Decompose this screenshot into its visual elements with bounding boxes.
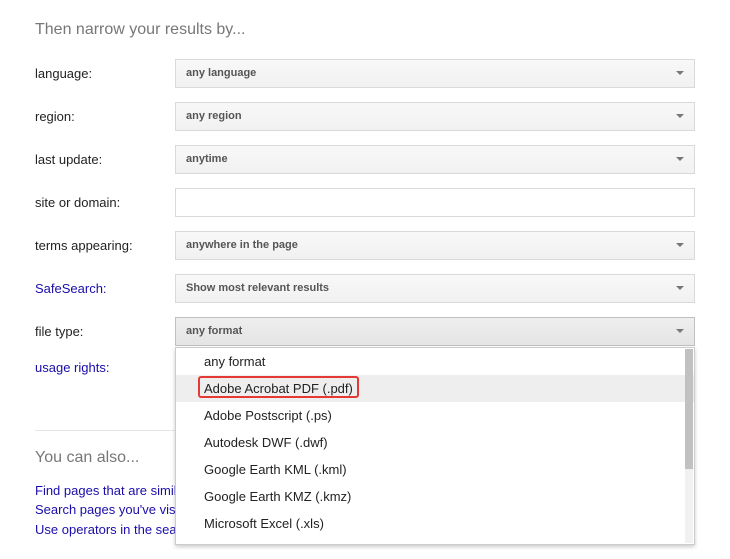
caret-down-icon — [676, 114, 684, 118]
scrollbar-thumb[interactable] — [685, 349, 693, 469]
dropdown-file-type: any formatAdobe Acrobat PDF (.pdf)Adobe … — [175, 347, 695, 545]
select-terms-appearing[interactable]: anywhere in the page — [175, 231, 695, 260]
dropdown-option[interactable]: Microsoft Excel (.xls) — [176, 510, 694, 537]
dropdown-option[interactable]: Adobe Postscript (.ps) — [176, 402, 694, 429]
caret-down-icon — [676, 243, 684, 247]
caret-down-icon — [676, 286, 684, 290]
select-last-update[interactable]: anytime — [175, 145, 695, 174]
row-language: language: any language — [35, 59, 695, 88]
select-file-type[interactable]: any format — [175, 317, 695, 346]
section-title: Then narrow your results by... — [35, 20, 695, 41]
scrollbar[interactable] — [685, 349, 693, 543]
select-region-value: any region — [186, 110, 242, 122]
label-safesearch[interactable]: SafeSearch: — [35, 281, 175, 296]
select-terms-appearing-value: anywhere in the page — [186, 239, 298, 251]
label-region: region: — [35, 109, 175, 124]
label-file-type: file type: — [35, 324, 175, 339]
select-region[interactable]: any region — [175, 102, 695, 131]
input-site-or-domain[interactable] — [175, 188, 695, 217]
dropdown-option[interactable]: any format — [176, 348, 694, 375]
dropdown-option[interactable]: Adobe Acrobat PDF (.pdf) — [176, 375, 694, 402]
row-file-type: file type: any format any formatAdobe Ac… — [35, 317, 695, 346]
select-safesearch-value: Show most relevant results — [186, 282, 329, 294]
label-language: language: — [35, 66, 175, 81]
select-language[interactable]: any language — [175, 59, 695, 88]
dropdown-option[interactable]: Google Earth KMZ (.kmz) — [176, 483, 694, 510]
row-region: region: any region — [35, 102, 695, 131]
select-language-value: any language — [186, 67, 256, 79]
row-safesearch: SafeSearch: Show most relevant results — [35, 274, 695, 303]
dropdown-option[interactable]: Microsoft Powerpoint (.ppt) — [176, 537, 694, 544]
dropdown-option[interactable]: Autodesk DWF (.dwf) — [176, 429, 694, 456]
caret-down-icon — [676, 157, 684, 161]
row-last-update: last update: anytime — [35, 145, 695, 174]
select-file-type-value: any format — [186, 325, 242, 337]
caret-down-icon — [676, 71, 684, 75]
row-site-or-domain: site or domain: — [35, 188, 695, 217]
select-last-update-value: anytime — [186, 153, 228, 165]
form-rows: language: any language region: any regio… — [35, 59, 695, 375]
label-last-update: last update: — [35, 152, 175, 167]
highlight-annotation — [198, 376, 359, 398]
caret-down-icon — [676, 329, 684, 333]
row-terms-appearing: terms appearing: anywhere in the page — [35, 231, 695, 260]
label-terms-appearing: terms appearing: — [35, 238, 175, 253]
select-safesearch[interactable]: Show most relevant results — [175, 274, 695, 303]
label-usage-rights[interactable]: usage rights: — [35, 360, 175, 375]
label-site-or-domain: site or domain: — [35, 195, 175, 210]
dropdown-option[interactable]: Google Earth KML (.kml) — [176, 456, 694, 483]
